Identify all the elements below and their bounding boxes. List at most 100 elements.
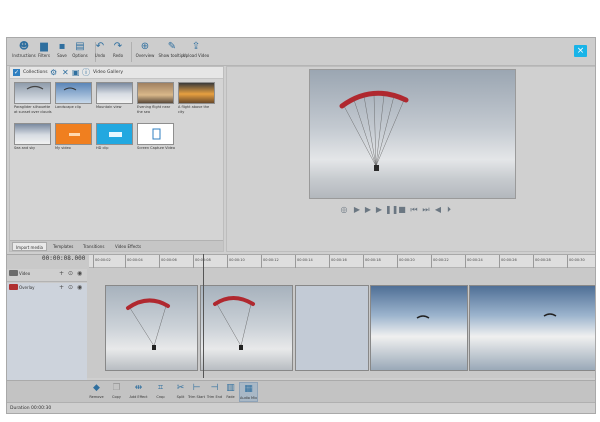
- paraglider-image: [339, 90, 409, 171]
- add-icon[interactable]: +: [59, 284, 64, 291]
- timecode-display: 00:00:08.000: [42, 255, 86, 262]
- video-gallery-label: Video Gallery: [93, 70, 124, 75]
- ruler-tick: 00:00:12: [261, 255, 279, 268]
- ruler-tick: 00:00:28: [533, 255, 551, 268]
- filter-icon[interactable]: ▣: [72, 68, 80, 78]
- logo-image: [109, 132, 122, 137]
- close-icon: ×: [576, 46, 585, 56]
- media-thumbnail[interactable]: [14, 82, 51, 104]
- thumbnail-caption: Mountain view: [96, 105, 122, 109]
- ruler-tick: 00:00:18: [363, 255, 381, 268]
- audio-mixer-button[interactable]: ▦ Audio Mixer: [239, 382, 258, 402]
- timeline-ruler[interactable]: 00:00:02 00:00:04 00:00:06 00:00:08 00:0…: [89, 255, 595, 268]
- ruler-tick: 00:00:14: [295, 255, 313, 268]
- thumbnail-caption: Screen Capture Video: [137, 146, 175, 150]
- video-track-header[interactable]: Video + ⊙ ◉: [7, 269, 87, 282]
- overlay-track-icon: [9, 284, 18, 290]
- close-icon[interactable]: ✕: [62, 68, 69, 78]
- step-back-icon[interactable]: ⏵: [444, 205, 454, 215]
- video-clip[interactable]: [200, 285, 293, 371]
- checkbox-icon[interactable]: ✓: [13, 69, 20, 76]
- logo-image: [69, 133, 80, 136]
- media-thumbnail[interactable]: [96, 123, 133, 145]
- media-thumbnail[interactable]: [55, 82, 92, 104]
- redo-button[interactable]: ↷ Redo: [103, 41, 133, 65]
- thumbnail-caption: Landscape clip: [55, 105, 82, 109]
- media-thumbnail[interactable]: [178, 82, 215, 104]
- lock-icon[interactable]: ⊙: [68, 270, 73, 277]
- tab-import-media[interactable]: Import media: [12, 242, 48, 251]
- overview-button[interactable]: ⊕ Overview: [130, 41, 160, 65]
- ruler-tick: 00:00:30: [567, 255, 585, 268]
- document-icon: [152, 128, 161, 140]
- skip-end-icon[interactable]: ⏭: [421, 205, 431, 215]
- copy-icon: ❐: [112, 383, 121, 393]
- playhead[interactable]: [203, 254, 204, 378]
- tab-video-effects[interactable]: Video Effects: [112, 242, 144, 251]
- video-clip[interactable]: [469, 285, 595, 371]
- crop-icon: ⌗: [157, 383, 164, 393]
- lock-icon[interactable]: ⊙: [68, 284, 73, 291]
- ruler-tick: 00:00:06: [159, 255, 177, 268]
- trash-icon: ◆: [93, 383, 100, 393]
- media-thumbnail[interactable]: [137, 123, 174, 145]
- add-icon[interactable]: +: [59, 270, 64, 277]
- gear-icon[interactable]: ⚙: [50, 68, 57, 78]
- preview-panel: ◎ ▶ ▶ ▶ ❚❚ ■ ⏮ ⏭ ◀ ⏵: [226, 66, 595, 252]
- ruler-tick: 00:00:10: [227, 255, 245, 268]
- remove-button[interactable]: ◆ Remove: [87, 382, 106, 402]
- ruler-tick: 00:00:24: [465, 255, 483, 268]
- collections-label: Collections: [23, 70, 48, 75]
- record-icon[interactable]: ◎: [339, 205, 349, 215]
- media-thumbnail[interactable]: [137, 82, 174, 104]
- play-icon[interactable]: ▶: [352, 205, 362, 215]
- ruler-tick: 00:00:02: [93, 255, 111, 268]
- thumbnail-caption: Paraglider silhouette at sunset over clo…: [14, 105, 52, 114]
- eye-icon[interactable]: ◉: [77, 284, 82, 291]
- ruler-tick: 00:00:04: [125, 255, 143, 268]
- media-thumbnail[interactable]: [96, 82, 133, 104]
- ruler-tick: 00:00:26: [499, 255, 517, 268]
- paraglider-image: [26, 85, 44, 90]
- step-forward-icon[interactable]: ▶: [374, 205, 384, 215]
- media-thumbnail[interactable]: [55, 123, 92, 145]
- skip-start-icon[interactable]: ⏮: [409, 205, 419, 215]
- video-clip[interactable]: [105, 285, 198, 371]
- close-button[interactable]: ×: [574, 45, 587, 57]
- pause-icon[interactable]: ❚❚: [385, 205, 398, 215]
- info-icon[interactable]: ⓘ: [82, 68, 90, 78]
- effect-icon: ⇹: [134, 383, 143, 393]
- paraglider-image: [416, 315, 430, 319]
- fade-button[interactable]: ▥ Fade: [221, 382, 240, 402]
- thumbnail-caption: A flight above the city: [178, 105, 210, 114]
- video-editor-window: ☻ Instructions ▆ Filters ▪ Save ▤ Option…: [6, 37, 596, 414]
- rewind-icon[interactable]: ◀: [433, 205, 443, 215]
- video-track-icon: [9, 270, 18, 276]
- redo-icon: ↷: [113, 41, 123, 52]
- stop-icon[interactable]: ■: [397, 205, 407, 215]
- ruler-tick: 00:00:22: [431, 255, 449, 268]
- paraglider-image: [126, 298, 170, 350]
- video-clip[interactable]: [370, 285, 468, 371]
- video-preview[interactable]: [309, 69, 516, 199]
- trim-start-button[interactable]: ⊢ Trim Start: [187, 382, 206, 402]
- fade-icon: ▥: [226, 383, 235, 393]
- main-toolbar: ☻ Instructions ▆ Filters ▪ Save ▤ Option…: [7, 38, 595, 66]
- paraglider-image: [63, 87, 77, 91]
- copy-button[interactable]: ❐ Copy: [107, 382, 126, 402]
- overlay-track-area[interactable]: [89, 285, 595, 373]
- media-library-panel: ✓ Collections ⚙ ✕ ▣ ⓘ Video Gallery Para…: [9, 66, 224, 252]
- add-effect-button[interactable]: ⇹ Add Effect: [129, 382, 148, 402]
- eye-icon[interactable]: ◉: [77, 270, 82, 277]
- tab-templates[interactable]: Templates: [50, 242, 76, 251]
- transition-clip[interactable]: [295, 285, 369, 371]
- media-thumbnail[interactable]: [14, 123, 51, 145]
- pin-icon: ✎: [167, 41, 177, 52]
- timeline-panel: 00:00:08.000 00:00:02 00:00:04 00:00:06 …: [7, 254, 595, 400]
- thumbnail-caption: Sea and sky: [14, 146, 36, 150]
- tab-transitions[interactable]: Transitions: [80, 242, 107, 251]
- crop-button[interactable]: ⌗ Crop: [151, 382, 170, 402]
- upload-video-button[interactable]: ⇪ Upload Video: [181, 41, 211, 65]
- overlay-track-header[interactable]: Overlay + ⊙ ◉: [7, 283, 87, 383]
- play-forward-icon[interactable]: ▶: [363, 205, 373, 215]
